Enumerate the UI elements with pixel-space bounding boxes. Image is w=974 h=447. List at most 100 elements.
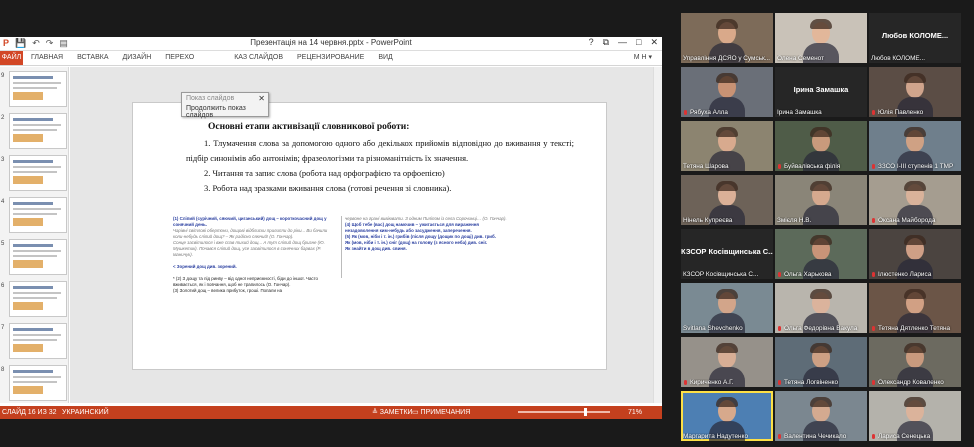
thumbnail-content [13, 286, 53, 289]
participant-tile[interactable]: Ольга Федорівна Вакула [775, 283, 867, 333]
thumbnail-content [13, 171, 57, 173]
participant-video [716, 289, 738, 299]
slide-thumbnail[interactable] [9, 281, 67, 317]
participant-tile[interactable]: Тетяна Логвіненко [775, 337, 867, 387]
help-icon[interactable]: ? [589, 37, 594, 48]
slide-thumbnail[interactable] [9, 365, 67, 401]
tab-design[interactable]: ДИЗАЙН [123, 51, 152, 65]
slide-paragraph-2: 2. Читання та запис слова (робота над ор… [204, 168, 445, 178]
participant-video [810, 397, 832, 407]
thumbnail-number: 9 [1, 73, 5, 79]
tab-slideshow[interactable]: КАЗ СЛАЙДОВ [234, 51, 283, 65]
participant-name-label: Ілюстенко Лариса [878, 271, 932, 278]
slide-thumbnail[interactable] [9, 71, 67, 107]
comments-button[interactable]: ▭ ПРИМЕЧАНИЯ [412, 406, 470, 419]
participant-tile[interactable]: Ольга Харькова [775, 229, 867, 279]
tab-home[interactable]: ГЛАВНАЯ [31, 51, 63, 65]
tab-transitions[interactable]: ПЕРЕХО [165, 51, 194, 65]
participant-tile[interactable]: Валентина Чечикало [775, 391, 867, 441]
muted-mic-icon [871, 380, 876, 386]
participant-name-label: Ольга Харькова [784, 271, 832, 278]
tab-view[interactable]: ВИД [378, 51, 392, 65]
thumbnail-content [13, 92, 43, 100]
excerpt-line: (3) Золотий дощ – велика прибуток, гроші… [173, 288, 283, 293]
muted-mic-icon [871, 110, 876, 116]
participant-tile[interactable]: Олександр Коваленко [869, 337, 961, 387]
participant-tile[interactable]: Ілюстенко Лариса [869, 229, 961, 279]
slideshow-resume-popup[interactable]: Показ слайдов Продолжить показ слайдов ✕ [181, 92, 269, 119]
slide-editing-area: Основні етапи активізації словникової ро… [70, 67, 662, 403]
participant-tile[interactable]: Буйвалівська філія [775, 121, 867, 171]
thumbnail-content [13, 202, 53, 205]
thumbnail-number: 3 [1, 157, 5, 163]
muted-mic-icon [777, 434, 782, 440]
muted-mic-icon [683, 380, 688, 386]
current-slide[interactable]: Основні етапи активізації словникової ро… [132, 102, 607, 370]
slide-thumbnail[interactable] [9, 113, 67, 149]
participant-video [810, 181, 832, 191]
language-indicator[interactable]: УКРАИНСКИЙ [62, 406, 109, 419]
participant-name-label: Валентина Чечикало [784, 433, 847, 440]
slide-paragraph-1: 1. Тлумачення слова за допомогою одного … [186, 138, 574, 163]
thumbnail-content [13, 370, 53, 373]
participant-tile[interactable]: Олена Семенот [775, 13, 867, 63]
participant-display-name: КЗСОР Косівщинська С... [681, 247, 773, 256]
resume-slideshow-link[interactable]: Продолжить показ слайдов [186, 105, 268, 119]
thumbnail-content [13, 334, 61, 336]
minimize-icon[interactable]: — [618, 37, 627, 48]
notes-button[interactable]: ≜ ЗАМЕТКИ [372, 406, 413, 419]
participant-name-label: Svitlana Shevchenko [683, 325, 743, 332]
participant-tile[interactable]: Рябуха Алла [681, 67, 773, 117]
tab-review[interactable]: РЕЦЕНЗИРОВАНИЕ [297, 51, 364, 65]
close-icon[interactable]: ✕ [650, 37, 658, 48]
participant-tile[interactable]: Змієля Н.В. [775, 175, 867, 225]
title-bar: P 💾 ↶ ↷ ▤ Презентація на 14 червня.pptx … [0, 37, 662, 51]
user-account[interactable]: М Н ▾ [634, 51, 652, 65]
popup-close-icon[interactable]: ✕ [258, 94, 265, 103]
participant-tile[interactable]: Маргарита Надутенко [681, 391, 773, 441]
zoom-slider[interactable] [518, 408, 610, 416]
vertical-scrollbar[interactable] [653, 67, 662, 403]
participant-tile[interactable]: Оксана Майборода [869, 175, 961, 225]
tab-insert[interactable]: ВСТАВКА [77, 51, 108, 65]
thumbnail-content [13, 297, 57, 299]
participant-name-label: Тетяна Шарова [683, 163, 729, 170]
ribbon-display-icon[interactable]: ⧉ [603, 37, 609, 48]
participant-video [810, 289, 832, 299]
maximize-icon[interactable]: □ [636, 37, 641, 48]
participant-video [904, 127, 926, 137]
zoom-slider-knob[interactable] [584, 408, 587, 416]
slide-thumbnail[interactable] [9, 323, 67, 359]
participant-video [810, 127, 832, 137]
participant-tile[interactable]: ЗЗСО І-ІІІ ступенів 1 ТМР [869, 121, 961, 171]
participant-tile[interactable]: Управління ДСЯО у Сумськ... [681, 13, 773, 63]
slide-paragraph-3: 3. Робота над зразками вживання слова (г… [204, 183, 452, 193]
participant-tile[interactable]: Тетяна Дятленко Тетяна [869, 283, 961, 333]
slide-body: 1. Тлумачення слова за допомогою одного … [186, 136, 574, 196]
zoom-level[interactable]: 71% [628, 406, 642, 419]
video-participants-gallery: Управління ДСЯО у Сумськ... Олена Семенот… [680, 13, 974, 443]
thumbnail-content [13, 250, 61, 252]
participant-tile[interactable]: Svitlana Shevchenko [681, 283, 773, 333]
participant-tile[interactable]: Нінель Купреєва [681, 175, 773, 225]
slide-thumbnail[interactable] [9, 197, 67, 233]
participant-tile[interactable]: Кириченко А.Г. [681, 337, 773, 387]
participant-tile[interactable]: Любов КОЛОМЕ... Любов КОЛОМЕ... [869, 13, 961, 63]
participant-video [716, 181, 738, 191]
tab-file[interactable]: ФАЙЛ [0, 51, 23, 65]
muted-mic-icon [777, 164, 782, 170]
participant-video [716, 127, 738, 137]
slide-thumbnail[interactable] [9, 239, 67, 275]
slide-thumbnail[interactable] [9, 155, 67, 191]
participant-tile[interactable]: КЗСОР Косівщинська С... КЗСОР Косівщинськ… [681, 229, 773, 279]
participant-tile[interactable]: Ірина Замашка Ірина Замашка [775, 67, 867, 117]
participant-name-label: Ірина Замашка [777, 109, 822, 116]
thumbnail-content [13, 76, 53, 79]
participant-tile[interactable]: Юлія Павленко [869, 67, 961, 117]
participant-tile[interactable]: Лариса Сенецька [869, 391, 961, 441]
participant-name-label: Тетяна Дятленко Тетяна [878, 325, 951, 332]
excerpt-line: Чарівні світлові обертони, дощові відбли… [173, 228, 328, 239]
participant-video [716, 19, 738, 29]
excerpt-line: (1) Сліпий (сурічний, сяючий, циганський… [173, 216, 327, 227]
participant-tile[interactable]: Тетяна Шарова [681, 121, 773, 171]
